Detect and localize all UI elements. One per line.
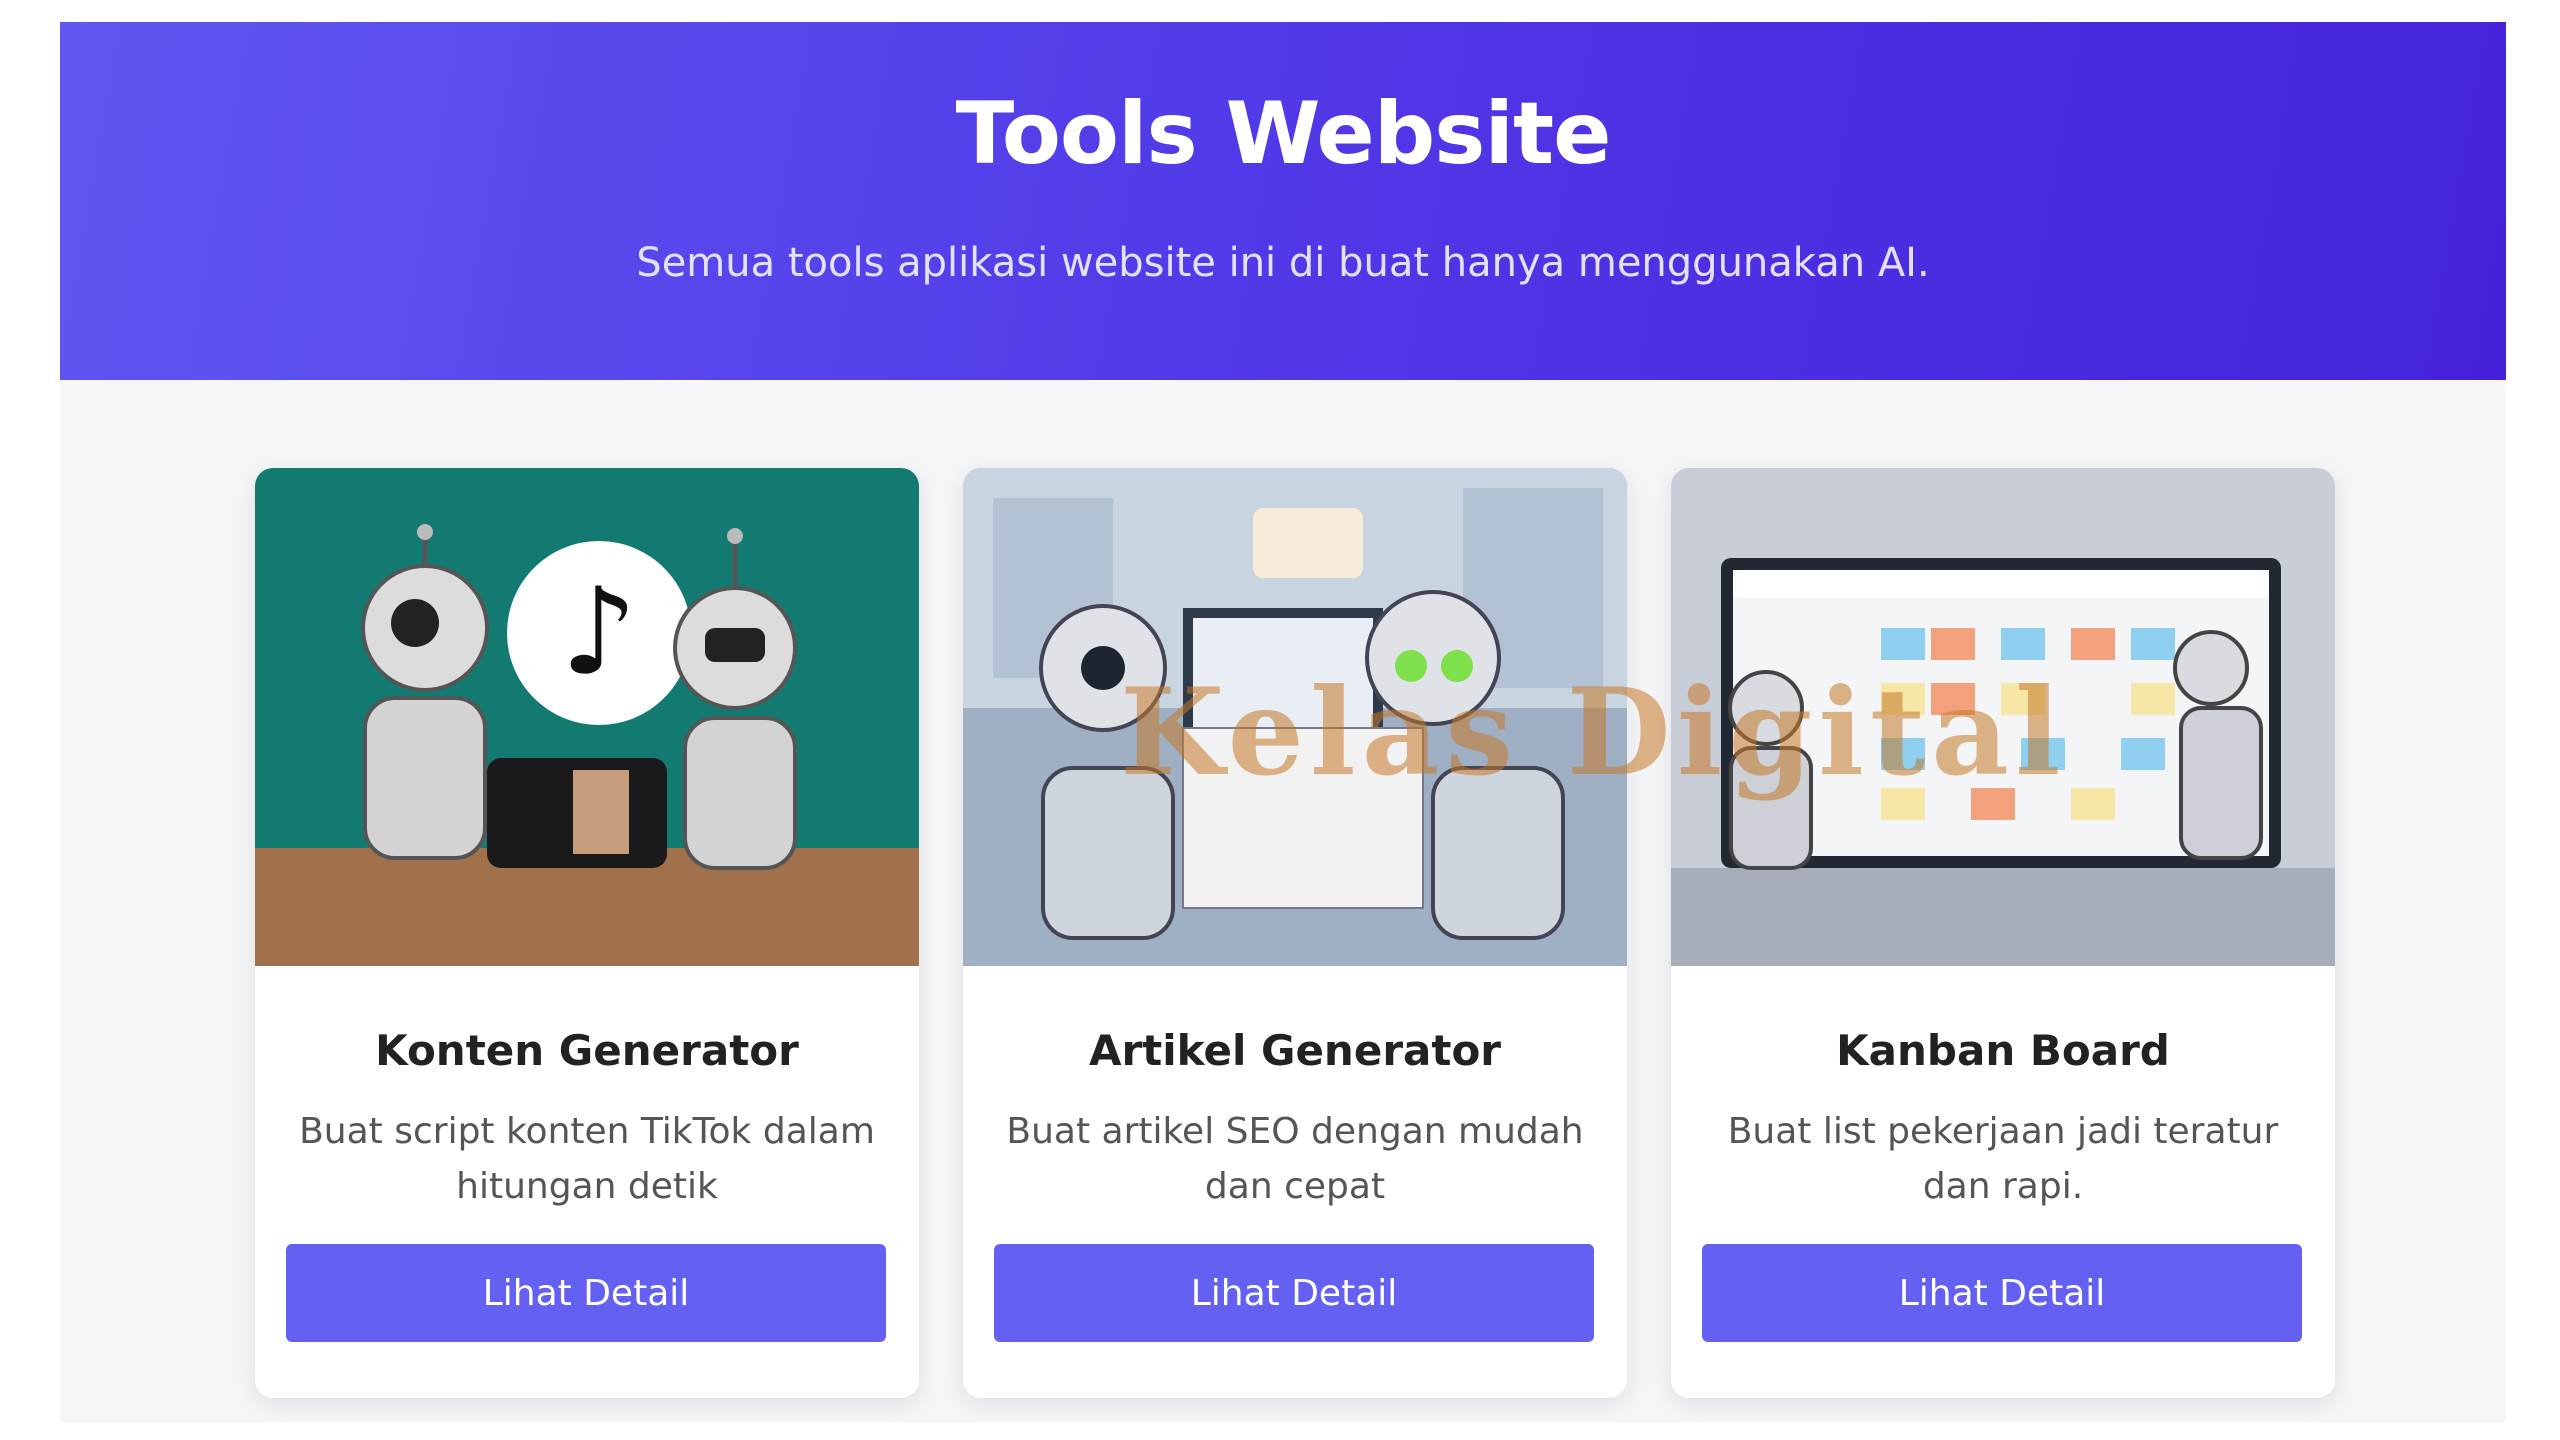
tool-card-artikel-generator: Artikel Generator Buat artikel SEO denga… xyxy=(963,468,1627,1398)
page-subtitle: Semua tools aplikasi website ini di buat… xyxy=(636,240,1930,286)
tool-cards: ♪ Konten Generator Buat script konten Ti… xyxy=(255,468,2335,1398)
card-description: Buat artikel SEO dengan mudah dan cepat xyxy=(1006,1111,1584,1207)
card-title: Artikel Generator xyxy=(1088,1026,1502,1075)
lihat-detail-button[interactable]: Lihat Detail xyxy=(1702,1244,2302,1342)
page-title: Tools Website xyxy=(955,84,1612,184)
card-title: Kanban Board xyxy=(1836,1026,2170,1075)
svg-text:♪: ♪ xyxy=(561,563,638,702)
lihat-detail-button[interactable]: Lihat Detail xyxy=(286,1244,886,1342)
card-description: Buat list pekerjaan jadi teratur dan rap… xyxy=(1727,1111,2279,1207)
tool-card-konten-generator: ♪ Konten Generator Buat script konten Ti… xyxy=(255,468,919,1398)
tool-card-kanban-board: Kanban Board Buat list pekerjaan jadi te… xyxy=(1671,468,2335,1398)
lihat-detail-button[interactable]: Lihat Detail xyxy=(994,1244,1594,1342)
card-title: Konten Generator xyxy=(375,1026,799,1075)
card-description: Buat script konten TikTok dalam hitungan… xyxy=(299,1111,875,1207)
hero-banner: Tools Website Semua tools aplikasi websi… xyxy=(60,22,2506,380)
page: Tools Website Semua tools aplikasi websi… xyxy=(60,22,2506,1422)
card-image-article-robots xyxy=(963,468,1627,966)
card-image-kanban-robots xyxy=(1671,468,2335,966)
card-image-tiktok-robots: ♪ xyxy=(255,468,919,966)
